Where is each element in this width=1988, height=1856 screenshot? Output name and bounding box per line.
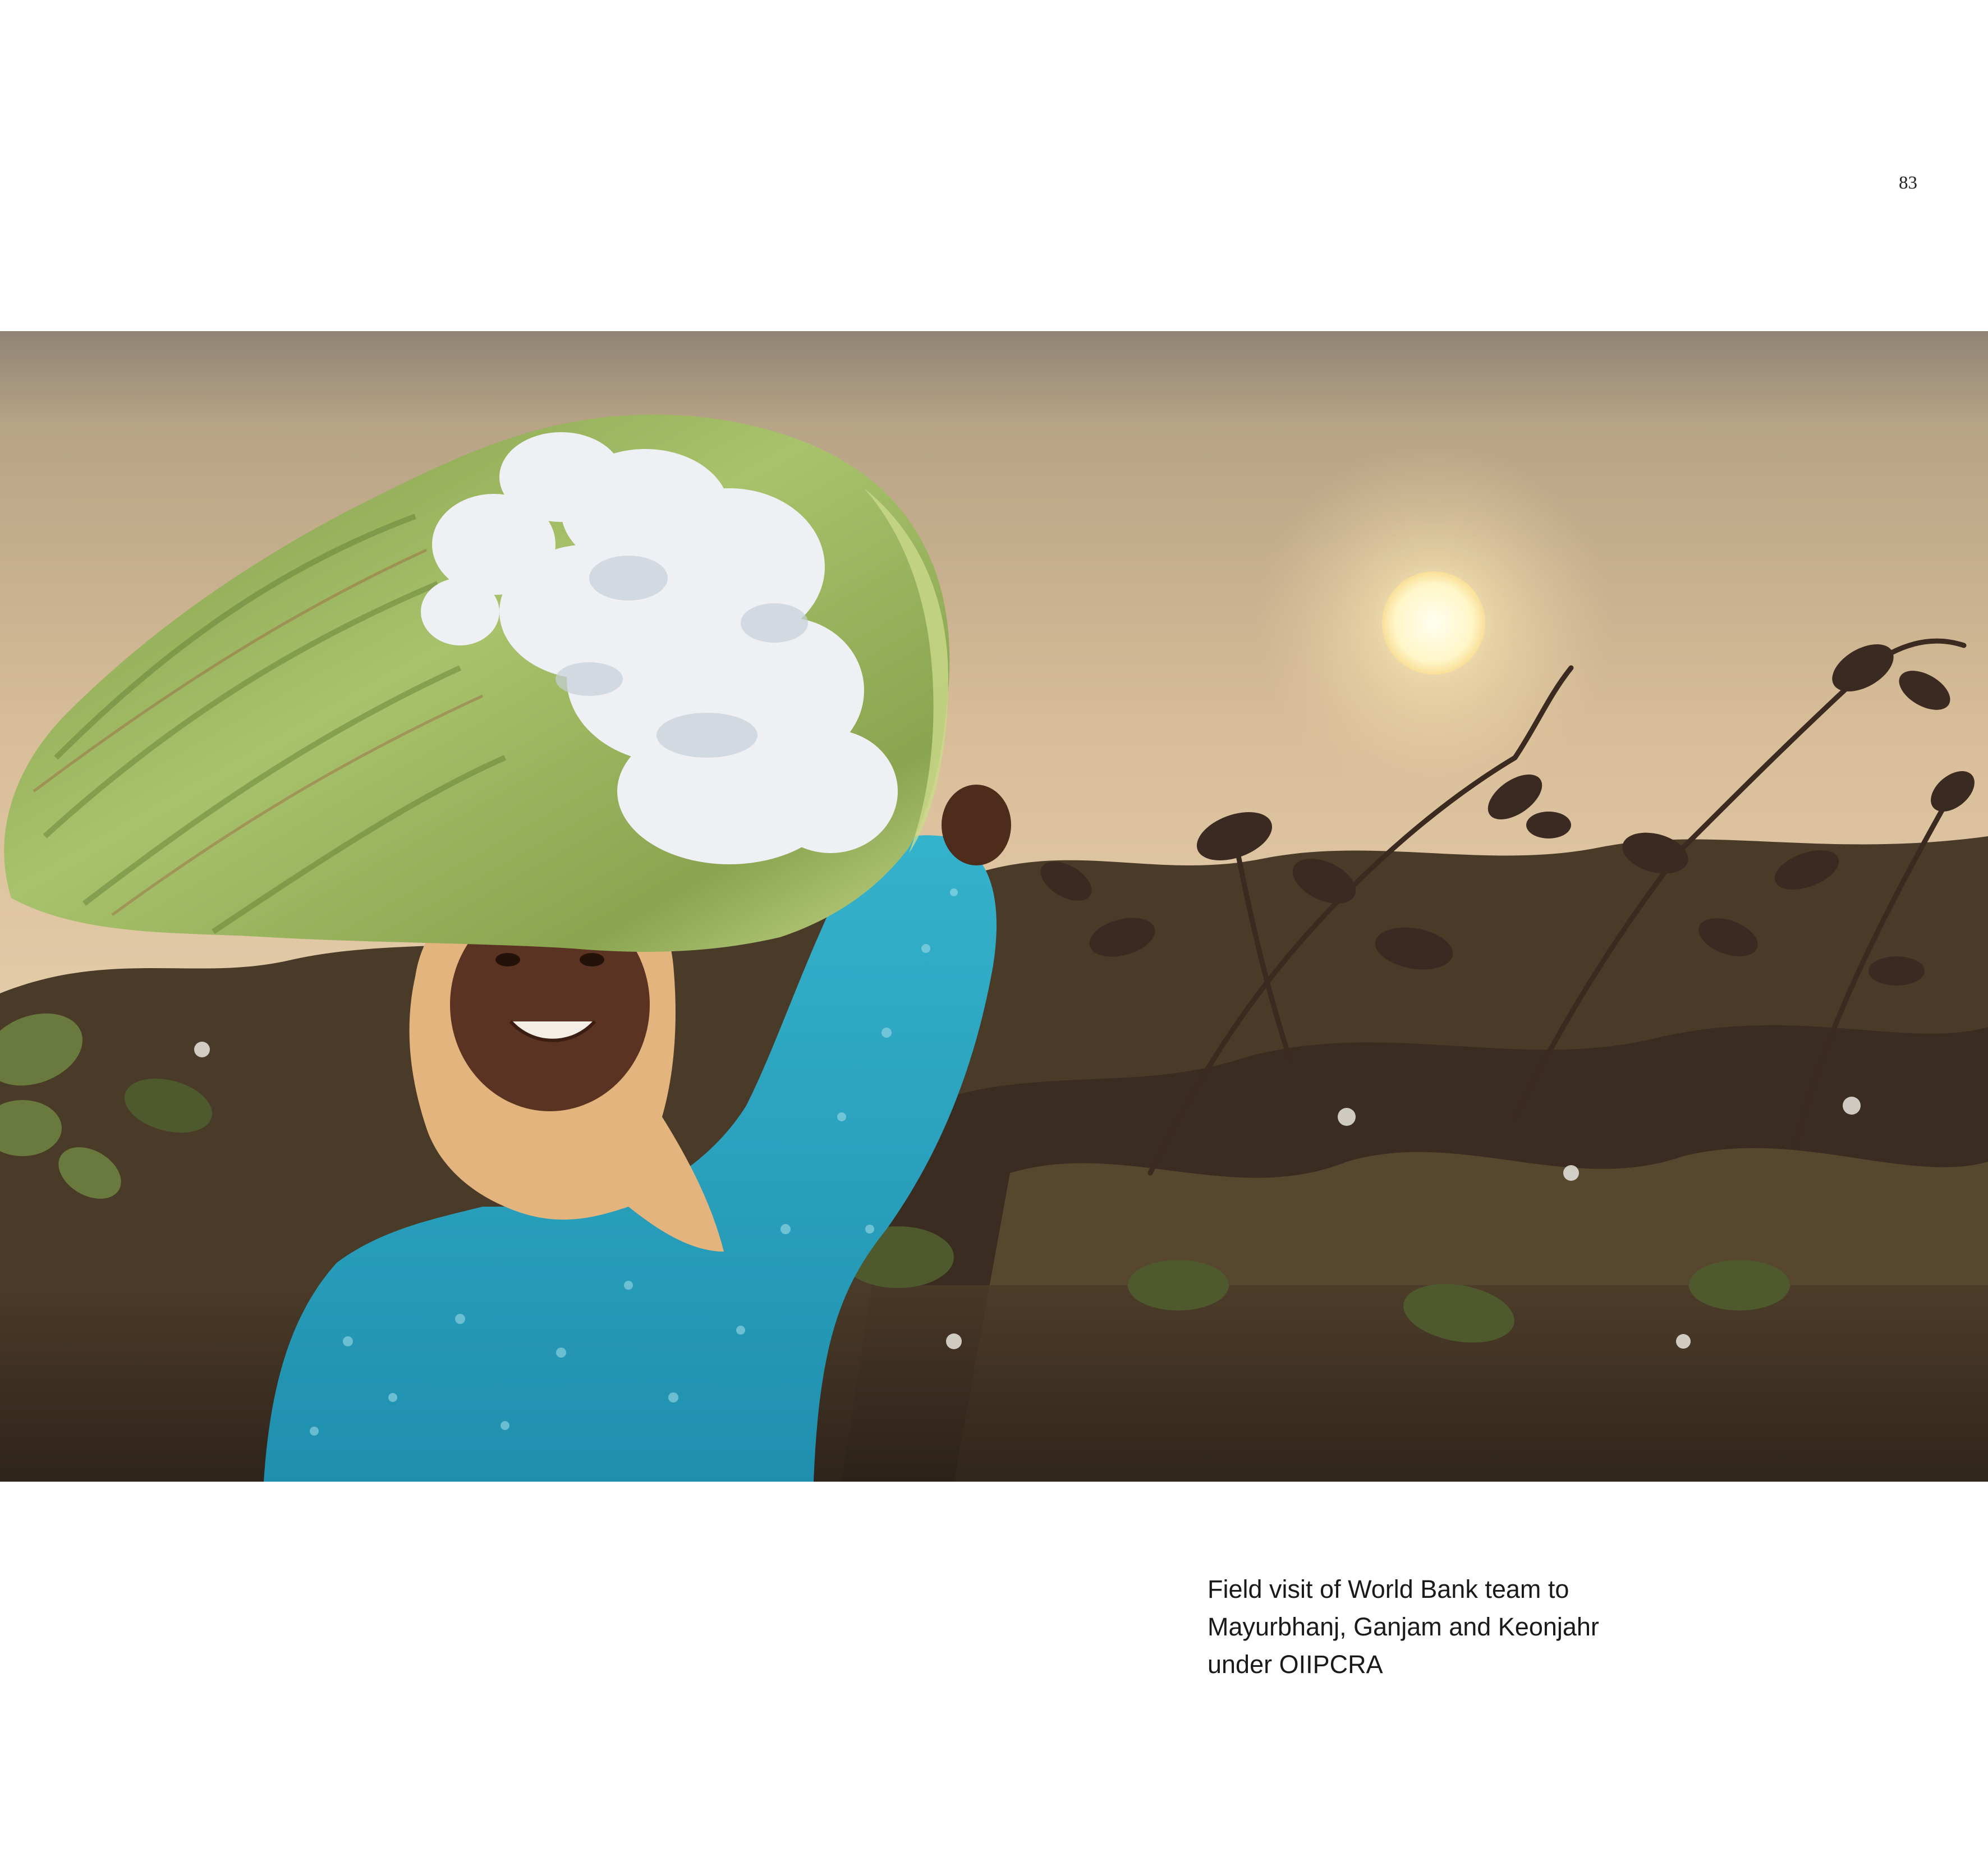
photo-caption: Field visit of World Bank team to Mayurb… (1208, 1570, 1712, 1683)
sun (1382, 571, 1485, 675)
caption-line: Field visit of World Bank team to (1208, 1575, 1569, 1603)
caption-line: under OIIPCRA (1208, 1650, 1383, 1679)
caption-line: Mayurbhanj, Ganjam and Keonjahr (1208, 1612, 1599, 1641)
page-number: 83 (1899, 173, 1917, 193)
field-photo (0, 331, 1988, 1482)
hand (942, 785, 1011, 865)
document-page: 83 Field visit of World Bank team to May… (0, 0, 1988, 1856)
